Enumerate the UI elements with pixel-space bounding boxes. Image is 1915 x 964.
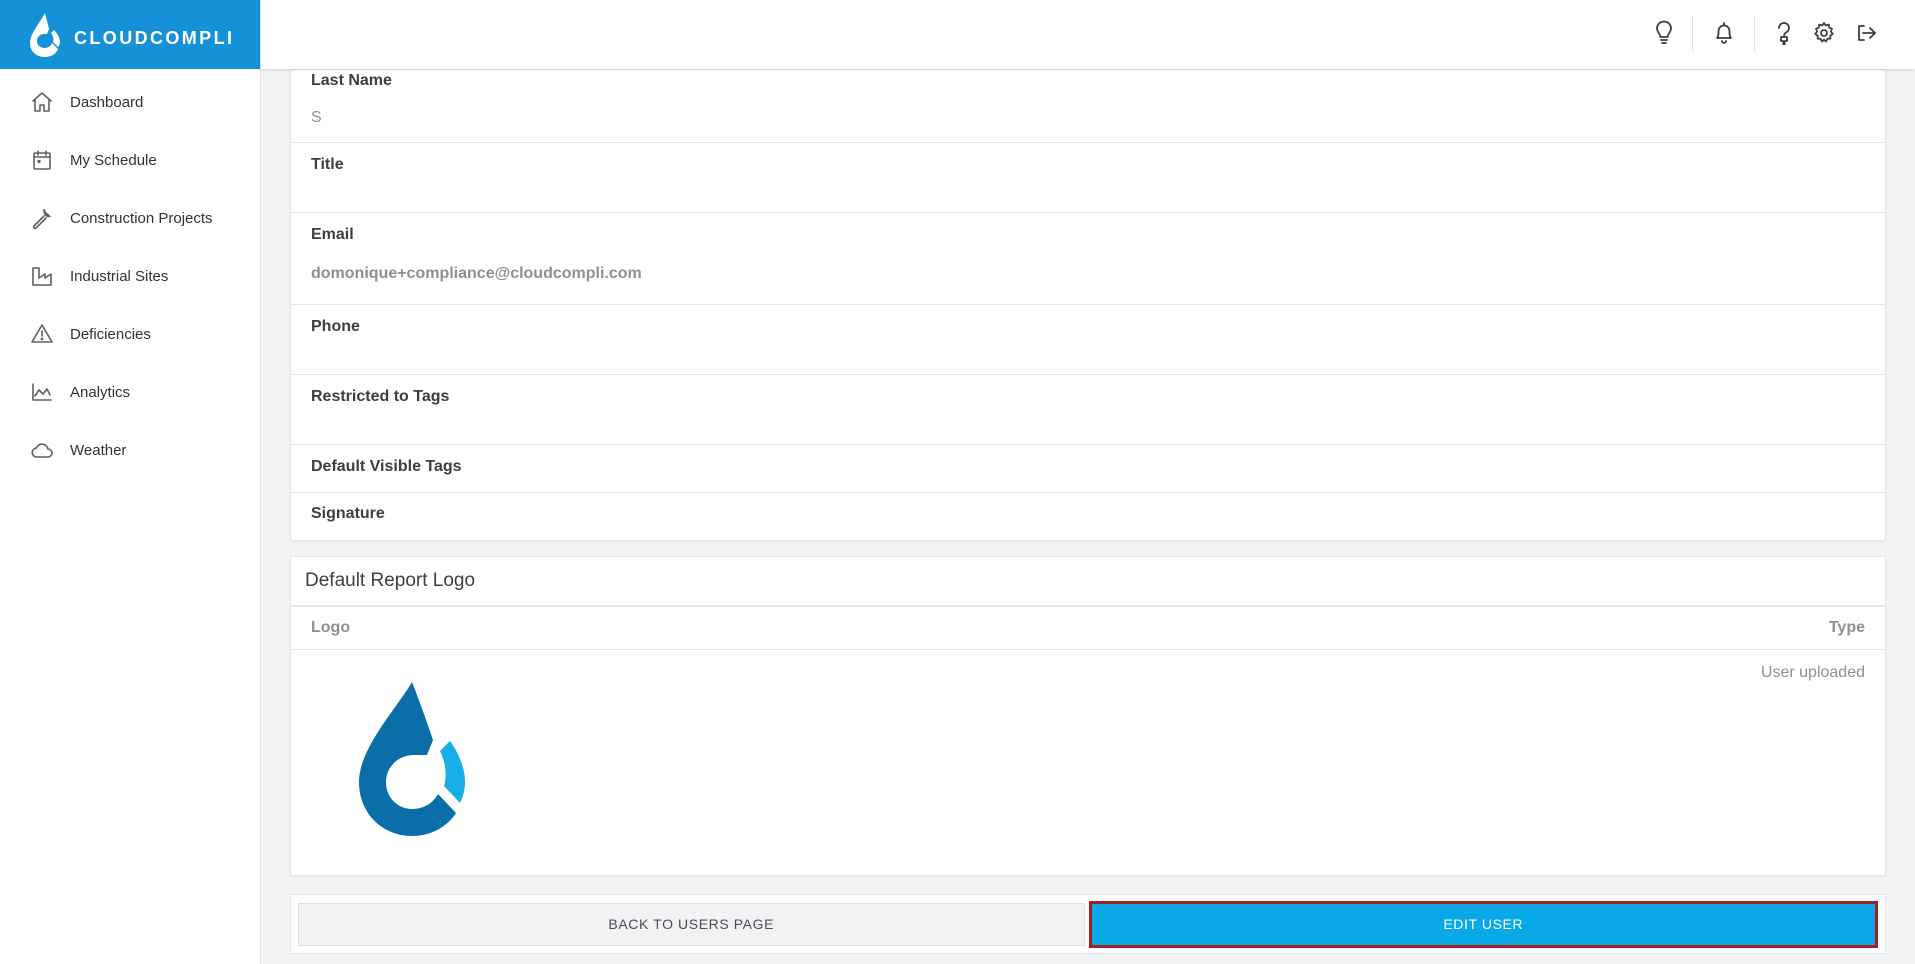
field-label: Restricted to Tags	[311, 388, 450, 405]
sidebar: CLOUDCOMPLI Dashboard My Schedule Constr…	[0, 0, 261, 964]
brand-name: CLOUDCOMPLI	[74, 28, 235, 48]
default-report-logo-card: Default Report Logo Logo Type User uploa…	[290, 556, 1886, 876]
column-header-logo: Logo	[311, 619, 351, 636]
factory-icon	[29, 263, 55, 289]
sidebar-item-label: Analytics	[70, 383, 131, 401]
sidebar-item-label: My Schedule	[70, 151, 157, 169]
field-value: domonique+compliance@cloudcompli.com	[311, 265, 642, 282]
card-title: Default Report Logo	[291, 557, 1885, 607]
field-title: Title	[291, 143, 1885, 213]
table-header: Logo Type	[291, 607, 1885, 650]
sidebar-item-label: Deficiencies	[70, 325, 151, 343]
sidebar-item-deficiencies[interactable]: Deficiencies	[0, 305, 260, 363]
field-phone: Phone	[291, 305, 1885, 375]
sidebar-item-my-schedule[interactable]: My Schedule	[0, 131, 260, 189]
chart-icon	[29, 379, 55, 405]
topbar-divider	[1754, 16, 1755, 52]
topbar-divider	[1692, 16, 1693, 52]
edit-user-button[interactable]: EDIT USER	[1088, 900, 1878, 948]
help-icon[interactable]	[1770, 18, 1798, 48]
column-header-type: Type	[1828, 619, 1865, 636]
field-label: Email	[311, 226, 354, 243]
sidebar-item-label: Construction Projects	[70, 209, 213, 227]
sidebar-item-industrial-sites[interactable]: Industrial Sites	[0, 247, 260, 305]
field-default-visible-tags: Default Visible Tags	[291, 445, 1885, 493]
field-value: S	[311, 109, 322, 126]
field-last-name: Last Name S	[291, 70, 1885, 143]
wrench-icon	[29, 205, 55, 231]
cloud-icon	[29, 437, 55, 463]
sidebar-nav: Dashboard My Schedule Construction Proje…	[0, 73, 260, 479]
cloudcompli-logo-icon	[30, 12, 60, 57]
logout-icon[interactable]	[1852, 18, 1880, 48]
field-label: Default Visible Tags	[311, 458, 462, 475]
bell-icon[interactable]	[1710, 18, 1738, 48]
sidebar-item-dashboard[interactable]: Dashboard	[0, 73, 260, 131]
sidebar-item-label: Industrial Sites	[70, 267, 169, 285]
sidebar-item-weather[interactable]: Weather	[0, 421, 260, 479]
home-icon	[29, 89, 55, 115]
sidebar-item-label: Dashboard	[70, 93, 144, 111]
table-row: User uploaded	[291, 650, 1885, 874]
field-signature: Signature	[291, 493, 1885, 540]
logo-type-value: User uploaded	[1760, 664, 1865, 681]
sidebar-item-label: Weather	[70, 441, 127, 459]
gear-icon[interactable]	[1810, 18, 1838, 48]
brand-header[interactable]: CLOUDCOMPLI	[0, 0, 260, 69]
lightbulb-icon[interactable]	[1650, 18, 1678, 48]
back-to-users-button[interactable]: BACK TO USERS PAGE	[298, 902, 1085, 946]
field-label: Phone	[311, 318, 360, 335]
warning-icon	[29, 321, 55, 347]
sidebar-item-analytics[interactable]: Analytics	[0, 363, 260, 421]
field-label: Last Name	[311, 72, 392, 89]
main-content: Last Name S Title Email domonique+compli…	[290, 69, 1886, 954]
field-label: Title	[311, 156, 344, 173]
field-label: Signature	[311, 505, 385, 522]
user-details-card: Last Name S Title Email domonique+compli…	[290, 69, 1886, 541]
sidebar-item-construction-projects[interactable]: Construction Projects	[0, 189, 260, 247]
actions-bar: BACK TO USERS PAGE EDIT USER	[290, 894, 1886, 954]
field-restricted-tags: Restricted to Tags	[291, 375, 1885, 445]
field-email: Email domonique+compliance@cloudcompli.c…	[291, 213, 1885, 305]
calendar-icon	[29, 147, 55, 173]
report-logo-image	[359, 682, 465, 836]
topbar	[261, 0, 1915, 69]
